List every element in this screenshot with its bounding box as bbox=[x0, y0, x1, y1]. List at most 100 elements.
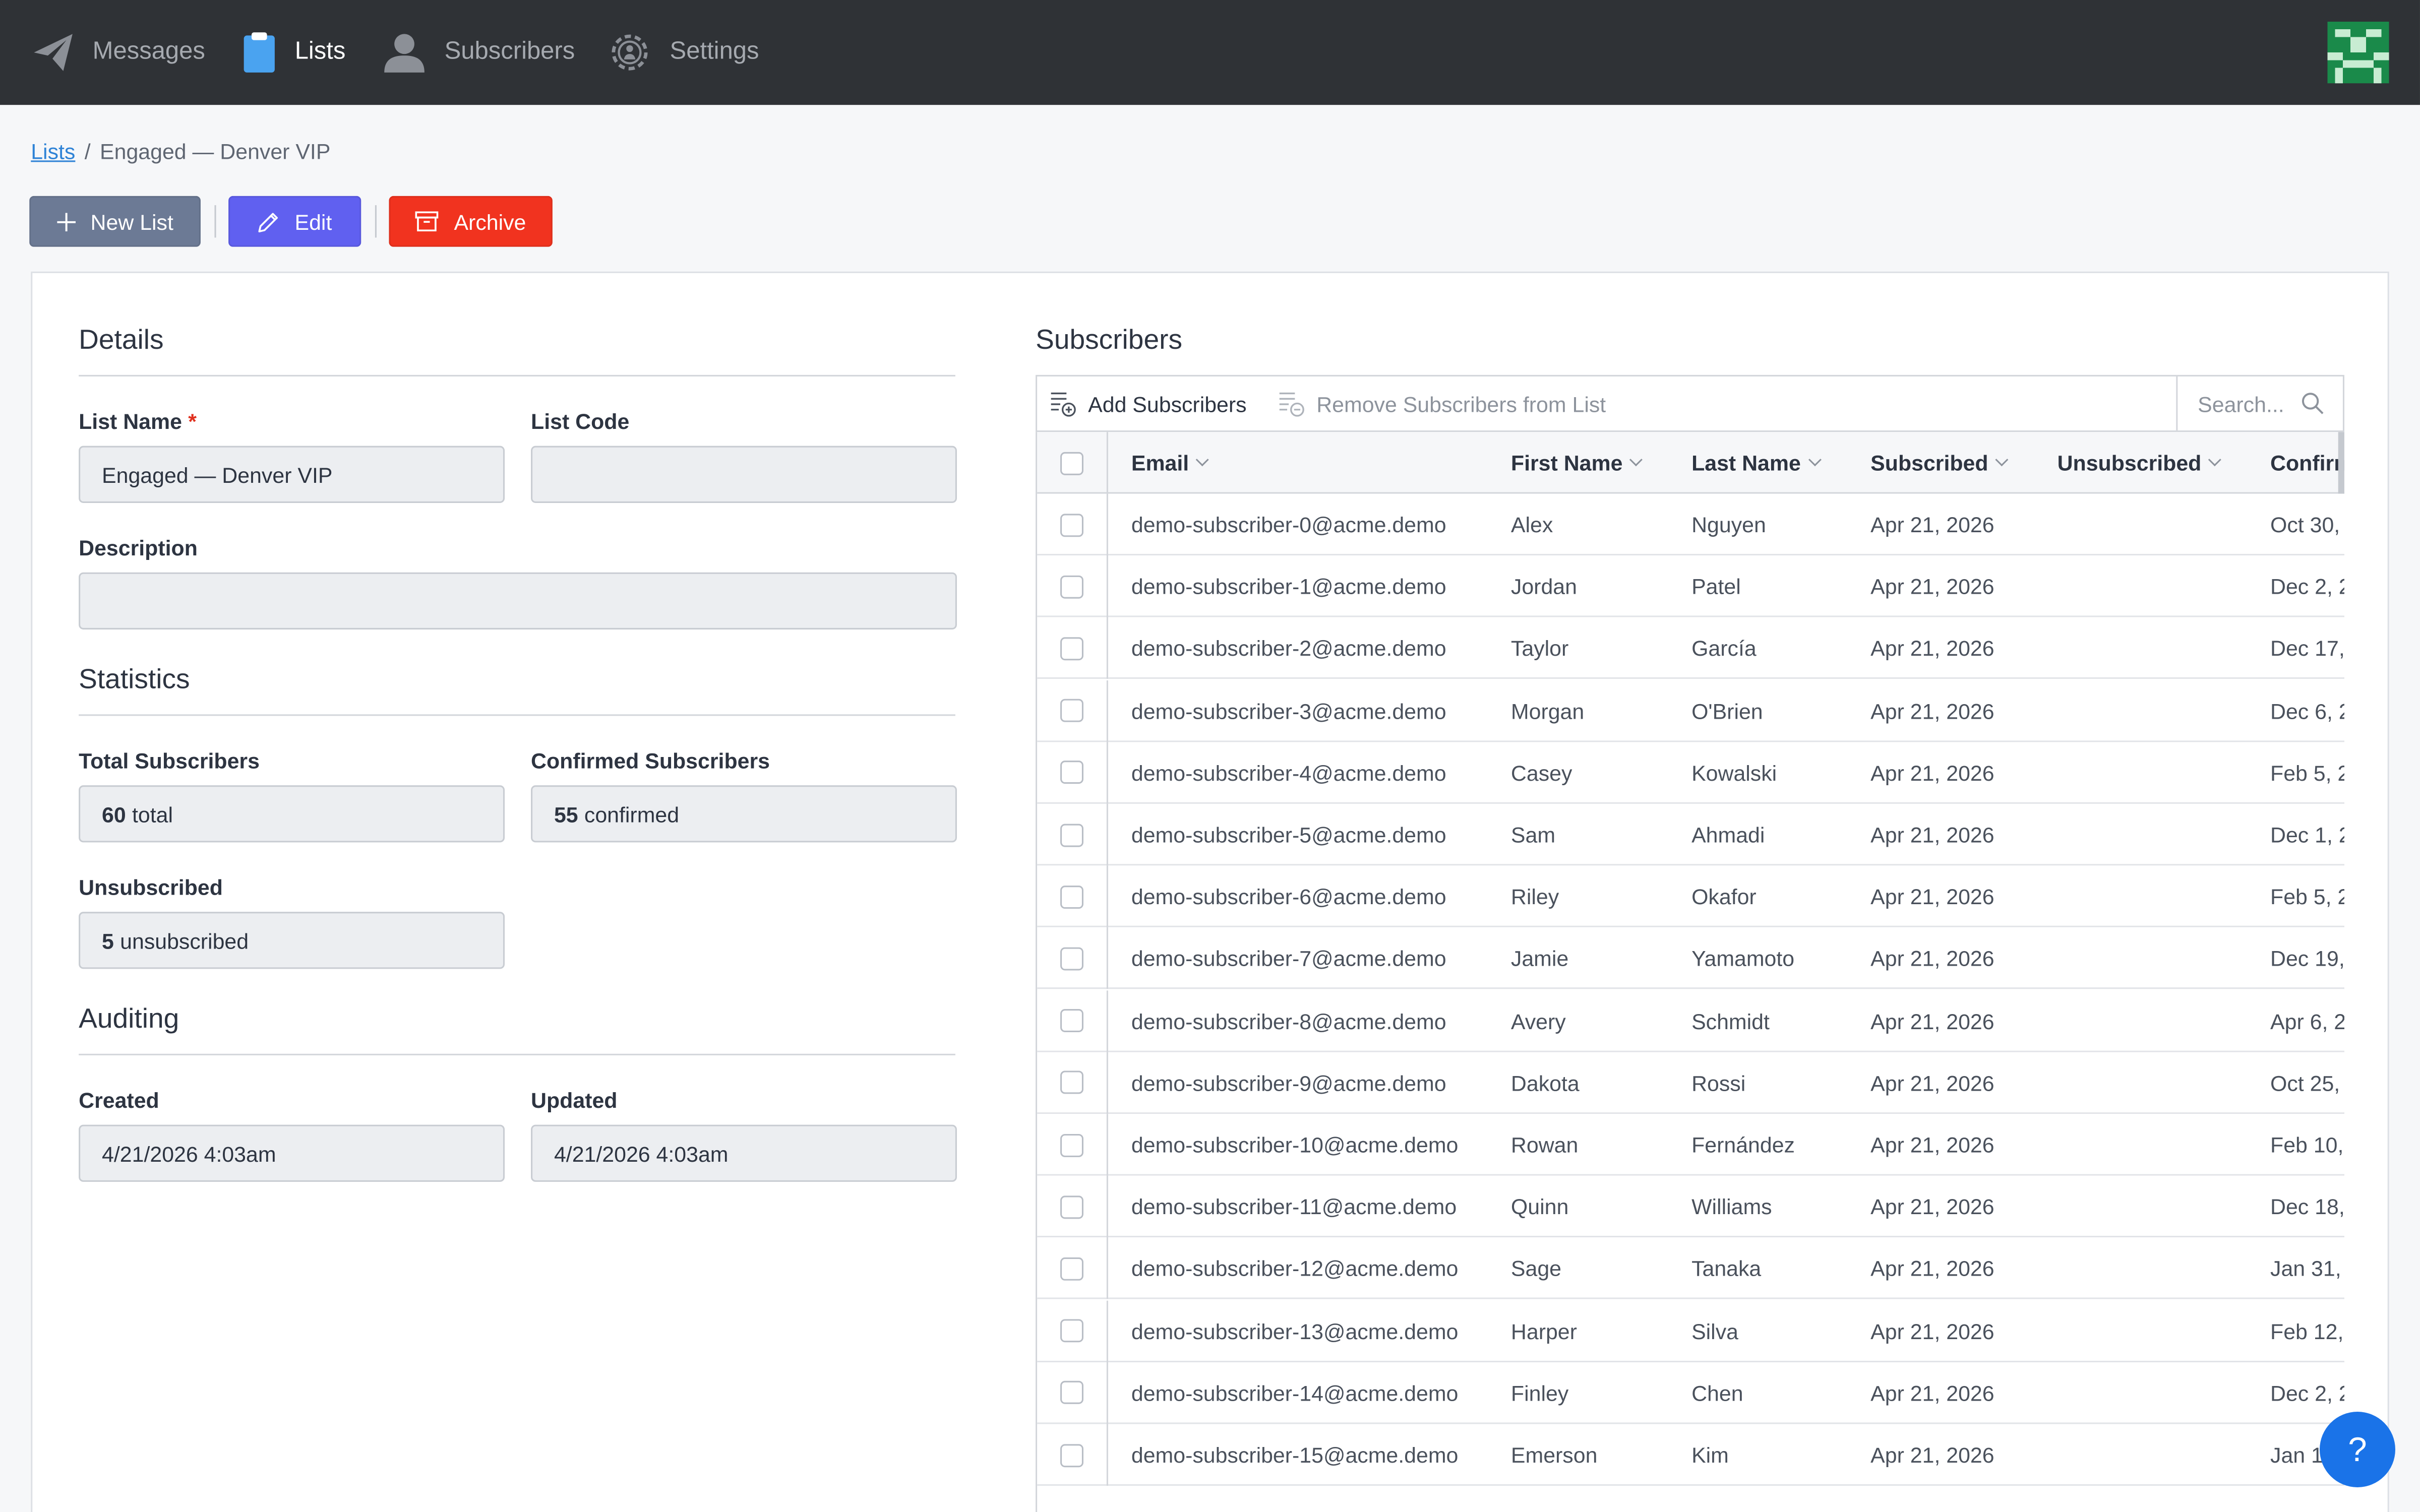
column-header-email[interactable]: Email bbox=[1131, 432, 1502, 493]
row-checkbox[interactable] bbox=[1060, 823, 1083, 847]
column-header-first-name[interactable]: First Name bbox=[1511, 432, 1681, 493]
list-code-field[interactable] bbox=[531, 446, 957, 503]
table-row[interactable]: demo-subscriber-15@acme.demo Emerson Kim Ap… bbox=[1037, 1424, 2344, 1486]
add-subscribers-label: Add Subscribers bbox=[1088, 391, 1247, 416]
remove-subscribers-button[interactable]: Remove Subscribers from List bbox=[1278, 376, 1606, 430]
cell-subscribed: Apr 21, 2026 bbox=[1870, 1256, 1994, 1281]
total-subscribers-count: 60 bbox=[102, 801, 126, 827]
add-subscribers-button[interactable]: Add Subscribers bbox=[1050, 376, 1247, 430]
table-row[interactable]: demo-subscriber-1@acme.demo Jordan Patel Ap… bbox=[1037, 555, 2344, 618]
column-header-unsubscribed[interactable]: Unsubscribed bbox=[2058, 432, 2258, 493]
created-label: Created bbox=[79, 1088, 159, 1113]
list-code-label: List Code bbox=[531, 409, 630, 434]
row-checkbox[interactable] bbox=[1060, 1443, 1083, 1467]
table-row[interactable]: demo-subscriber-7@acme.demo Jamie Yamamoto… bbox=[1037, 927, 2344, 990]
row-checkbox[interactable] bbox=[1060, 1257, 1083, 1281]
cell-subscribed: Apr 21, 2026 bbox=[1870, 884, 1994, 909]
unsubscribed-field: 5 unsubscribed bbox=[79, 912, 505, 969]
total-subscribers-field: 60 total bbox=[79, 785, 505, 843]
cell-subscribed: Apr 21, 2026 bbox=[1870, 636, 1994, 661]
table-row[interactable]: demo-subscriber-8@acme.demo Avery Schmidt A… bbox=[1037, 990, 2344, 1052]
row-checkbox[interactable] bbox=[1060, 1195, 1083, 1219]
remove-from-list-icon bbox=[1279, 392, 1304, 416]
row-select-cell bbox=[1037, 990, 1108, 1052]
subscribers-table: Email First Name Last Name Subscribed Un… bbox=[1036, 432, 2344, 1512]
cell-first-name: Taylor bbox=[1510, 636, 1569, 661]
confirmed-subscribers-label: Confirmed Subscribers bbox=[531, 748, 770, 773]
nav-settings[interactable]: Settings bbox=[608, 22, 759, 83]
row-checkbox[interactable] bbox=[1060, 1009, 1083, 1033]
archive-label: Archive bbox=[454, 209, 526, 234]
row-checkbox[interactable] bbox=[1060, 761, 1083, 784]
column-header-confirmed[interactable]: Confirm bbox=[2270, 432, 2344, 493]
cell-email: demo-subscriber-1@acme.demo bbox=[1131, 574, 1446, 599]
toolbar-divider bbox=[214, 205, 216, 238]
row-checkbox[interactable] bbox=[1060, 699, 1083, 722]
cell-email: demo-subscriber-11@acme.demo bbox=[1131, 1194, 1457, 1219]
list-name-label-text: List Name bbox=[79, 409, 182, 434]
select-all-checkbox[interactable] bbox=[1060, 451, 1083, 475]
breadcrumb-separator: / bbox=[84, 139, 91, 164]
cell-confirmed: Dec 18, bbox=[2270, 1194, 2344, 1219]
new-list-button[interactable]: New List bbox=[29, 196, 201, 247]
row-checkbox[interactable] bbox=[1060, 1071, 1083, 1095]
description-field[interactable] bbox=[79, 572, 957, 629]
table-row[interactable]: demo-subscriber-2@acme.demo Taylor García A… bbox=[1037, 617, 2344, 680]
clipboard-icon bbox=[244, 32, 275, 73]
search-icon bbox=[2302, 393, 2324, 414]
table-row[interactable]: demo-subscriber-5@acme.demo Sam Ahmadi Apr … bbox=[1037, 803, 2344, 866]
column-label: Email bbox=[1131, 450, 1189, 475]
cell-last-name: Silva bbox=[1691, 1318, 1739, 1344]
nav-messages[interactable]: Messages bbox=[31, 22, 205, 83]
cell-confirmed: Feb 10, bbox=[2270, 1132, 2344, 1157]
table-row[interactable]: demo-subscriber-13@acme.demo Harper Silva A… bbox=[1037, 1300, 2344, 1362]
cell-first-name: Avery bbox=[1510, 1008, 1566, 1033]
cell-unsubscribed bbox=[2058, 556, 2258, 617]
updated-value: 4/21/2026 4:03am bbox=[554, 1141, 729, 1166]
avatar[interactable] bbox=[2327, 21, 2389, 84]
column-header-last-name[interactable]: Last Name bbox=[1691, 432, 1861, 493]
archive-button[interactable]: Archive bbox=[389, 196, 553, 247]
cell-last-name: Chen bbox=[1691, 1380, 1743, 1406]
edit-button[interactable]: Edit bbox=[228, 196, 361, 247]
row-checkbox[interactable] bbox=[1060, 1133, 1083, 1157]
table-row[interactable]: demo-subscriber-14@acme.demo Finley Chen Ap… bbox=[1037, 1362, 2344, 1424]
cell-last-name: García bbox=[1691, 636, 1757, 661]
row-checkbox[interactable] bbox=[1060, 1381, 1083, 1405]
row-checkbox[interactable] bbox=[1060, 575, 1083, 598]
list-name-field[interactable]: Engaged — Denver VIP bbox=[79, 446, 505, 503]
column-header-subscribed[interactable]: Subscribed bbox=[1870, 432, 2052, 493]
row-checkbox[interactable] bbox=[1060, 885, 1083, 909]
column-label: Confirm bbox=[2270, 450, 2344, 475]
cell-subscribed: Apr 21, 2026 bbox=[1870, 1194, 1994, 1219]
cell-last-name: Nguyen bbox=[1691, 512, 1766, 537]
sort-caret-icon bbox=[2208, 453, 2222, 467]
table-row[interactable]: demo-subscriber-11@acme.demo Quinn William… bbox=[1037, 1176, 2344, 1238]
archive-box-icon bbox=[415, 211, 439, 232]
add-to-list-icon bbox=[1051, 392, 1076, 416]
table-row[interactable]: demo-subscriber-3@acme.demo Morgan O'Brien… bbox=[1037, 679, 2344, 742]
plus-icon bbox=[56, 212, 75, 231]
row-checkbox[interactable] bbox=[1060, 637, 1083, 660]
total-subscribers-label: Total Subscribers bbox=[79, 748, 260, 773]
row-checkbox[interactable] bbox=[1060, 947, 1083, 971]
cell-subscribed: Apr 21, 2026 bbox=[1870, 760, 1994, 785]
table-row[interactable]: demo-subscriber-4@acme.demo Casey Kowalski… bbox=[1037, 741, 2344, 804]
breadcrumb-lists-link[interactable]: Lists bbox=[31, 139, 75, 164]
statistics-divider bbox=[79, 714, 955, 716]
cell-email: demo-subscriber-7@acme.demo bbox=[1131, 946, 1446, 971]
row-select-cell bbox=[1037, 1424, 1108, 1486]
nav-lists[interactable]: Lists bbox=[243, 22, 345, 83]
subscriber-search-input[interactable]: Search... bbox=[2176, 376, 2343, 431]
table-row[interactable]: demo-subscriber-9@acme.demo Dakota Rossi Ap… bbox=[1037, 1052, 2344, 1114]
updated-label: Updated bbox=[531, 1088, 618, 1113]
row-checkbox[interactable] bbox=[1060, 1319, 1083, 1343]
table-row[interactable]: demo-subscriber-10@acme.demo Rowan Fernánd… bbox=[1037, 1114, 2344, 1176]
table-row[interactable]: demo-subscriber-6@acme.demo Riley Okafor Ap… bbox=[1037, 865, 2344, 928]
column-label: Subscribed bbox=[1870, 450, 1988, 475]
nav-subscribers[interactable]: Subscribers bbox=[383, 22, 575, 83]
table-row[interactable]: demo-subscriber-0@acme.demo Alex Nguyen Apr… bbox=[1037, 493, 2344, 556]
row-checkbox[interactable] bbox=[1060, 513, 1083, 536]
table-row[interactable]: demo-subscriber-12@acme.demo Sage Tanaka Ap… bbox=[1037, 1238, 2344, 1300]
help-button[interactable]: ? bbox=[2319, 1411, 2395, 1487]
